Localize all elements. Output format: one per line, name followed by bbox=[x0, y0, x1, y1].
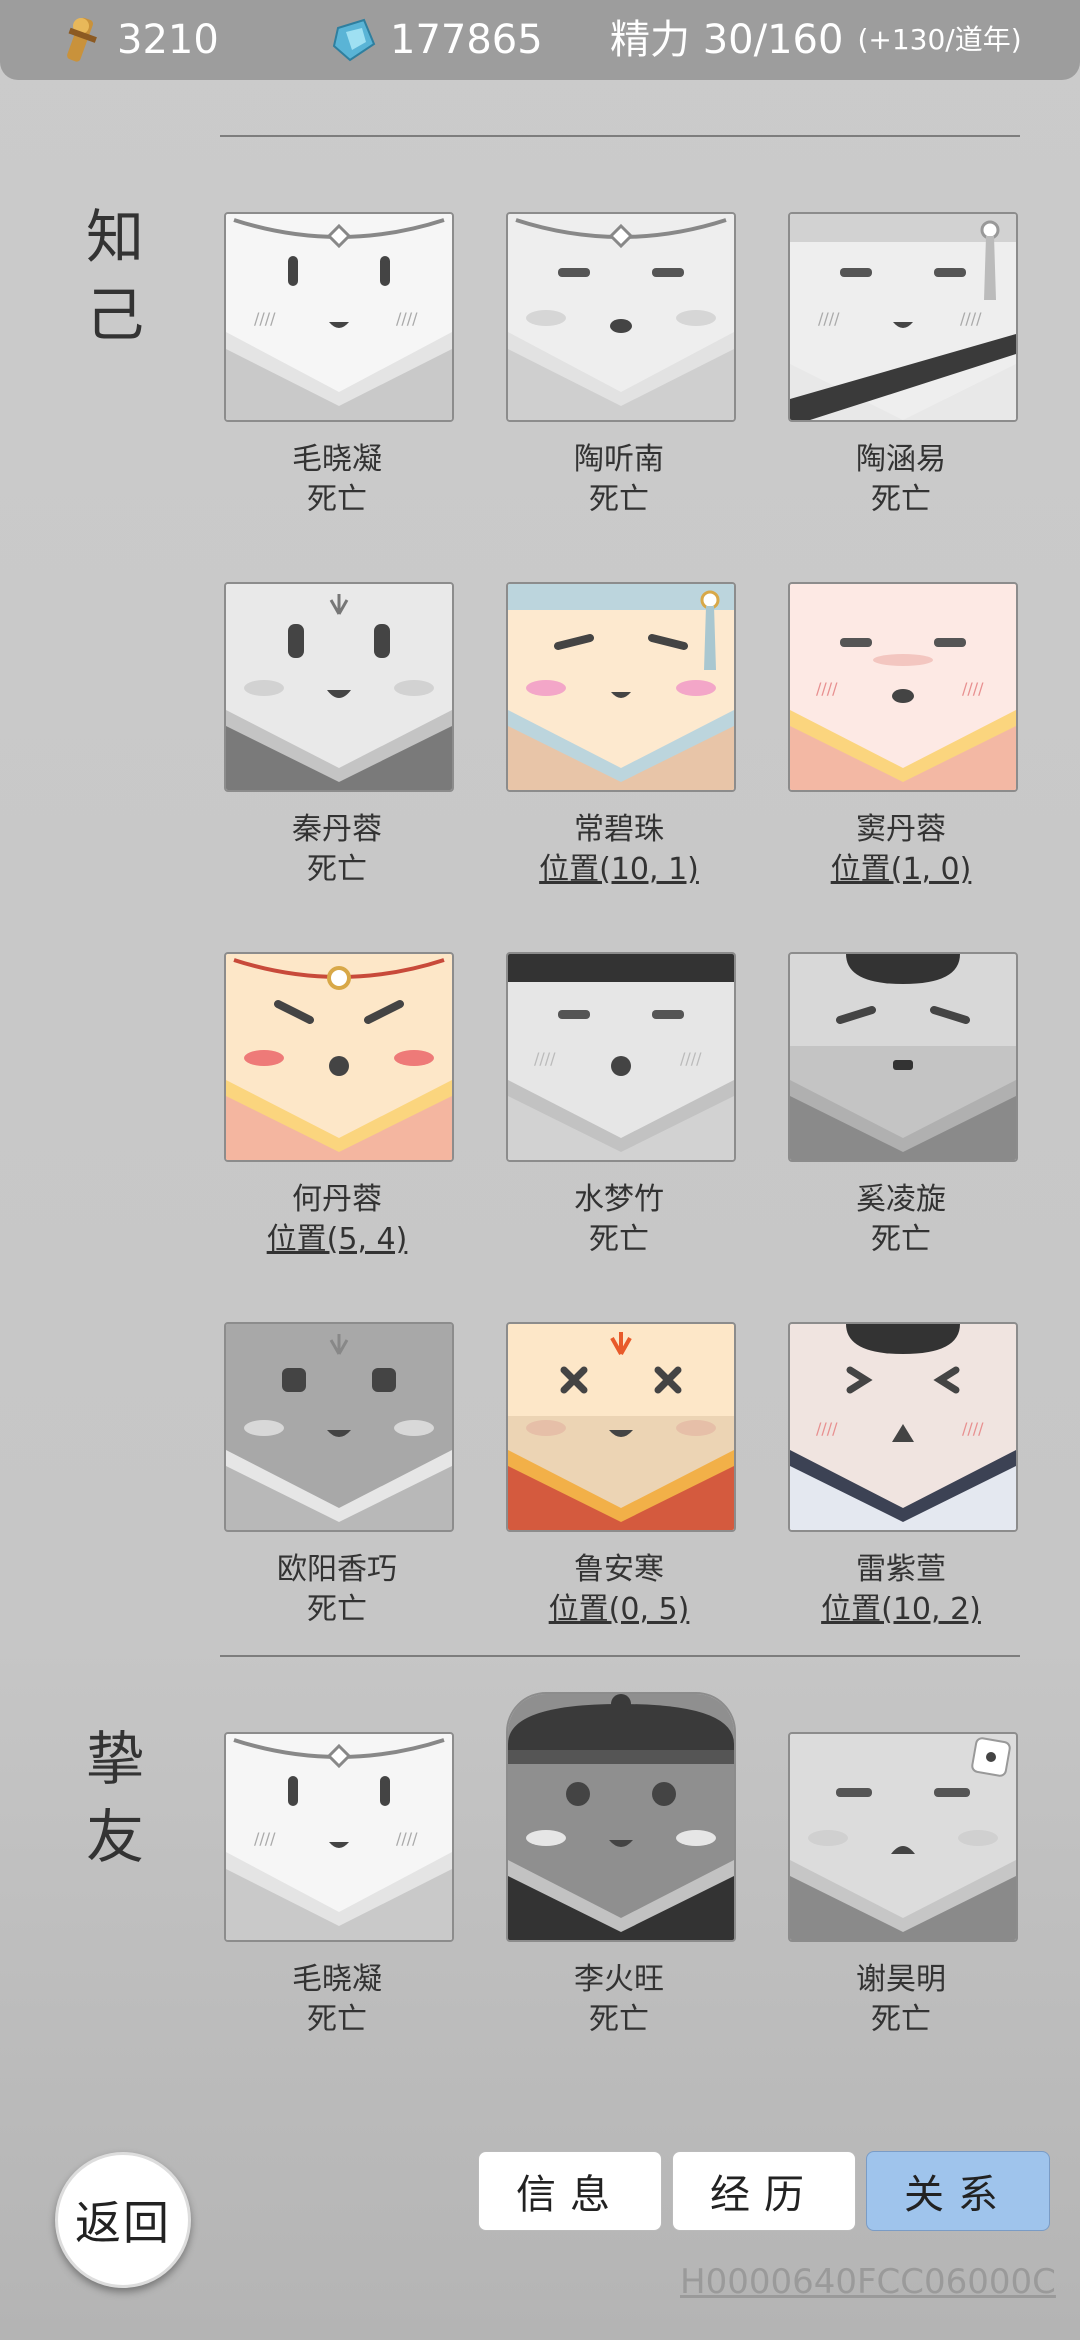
save-code[interactable]: H0000640FCC06000C bbox=[680, 2262, 1056, 2302]
character-portrait bbox=[788, 1732, 1018, 1942]
gem-count: 177865 bbox=[390, 17, 543, 63]
svg-text:////: //// bbox=[816, 1419, 838, 1438]
character-status: 死亡 bbox=[589, 2002, 649, 2037]
character-location-link[interactable]: 位置(0, 5) bbox=[504, 1584, 734, 1628]
svg-text:////: //// bbox=[960, 309, 982, 328]
gem-icon bbox=[328, 14, 380, 66]
svg-text:////: //// bbox=[396, 1829, 418, 1848]
back-button[interactable]: 返回 bbox=[55, 2152, 191, 2288]
character-location-link[interactable]: 位置(1, 0) bbox=[786, 844, 1016, 888]
character-name: 雷紫萱 bbox=[856, 1552, 946, 1587]
tab-info[interactable]: 信息 bbox=[478, 2151, 662, 2231]
section-divider-middle bbox=[220, 1655, 1020, 1657]
svg-text:////: //// bbox=[534, 1049, 556, 1068]
character-portrait: //// //// bbox=[506, 952, 736, 1162]
character-portrait bbox=[224, 582, 454, 792]
character-status: 死亡 bbox=[589, 1222, 649, 1257]
character-portrait: //// //// bbox=[788, 1322, 1018, 1532]
character-name: 秦丹蓉 bbox=[292, 812, 382, 847]
character-location-link[interactable]: 位置(10, 2) bbox=[786, 1584, 1016, 1628]
coin-count: 3210 bbox=[117, 17, 219, 63]
character-name: 水梦竹 bbox=[574, 1182, 664, 1217]
character-name: 毛晓凝 bbox=[292, 1962, 382, 1997]
character-name: 窦丹蓉 bbox=[856, 812, 946, 847]
character-portrait: //// //// bbox=[224, 1732, 454, 1942]
svg-text:////: //// bbox=[962, 679, 984, 698]
character-status: 死亡 bbox=[871, 2002, 931, 2037]
section-divider-top bbox=[220, 135, 1020, 137]
character-location-link[interactable]: 位置(10, 1) bbox=[504, 844, 734, 888]
section-title-friends: 挚友 bbox=[85, 1725, 144, 1871]
character-status: 死亡 bbox=[307, 852, 367, 887]
character-portrait: //// //// bbox=[224, 212, 454, 422]
character-name: 鲁安寒 bbox=[574, 1552, 664, 1587]
coin-stat: 3210 bbox=[55, 14, 219, 66]
energy-stat: 精力 30/160 (+130/道年) bbox=[610, 14, 1022, 66]
character-status: 死亡 bbox=[589, 482, 649, 517]
svg-text:////: //// bbox=[818, 309, 840, 328]
gem-stat: 177865 bbox=[328, 14, 543, 66]
character-location-link[interactable]: 位置(5, 4) bbox=[222, 1214, 452, 1258]
character-name: 陶涵易 bbox=[856, 442, 946, 477]
character-status: 死亡 bbox=[307, 1592, 367, 1627]
character-name: 何丹蓉 bbox=[292, 1182, 382, 1217]
character-portrait bbox=[506, 1322, 736, 1532]
character-portrait bbox=[506, 1692, 736, 1942]
character-portrait bbox=[506, 582, 736, 792]
svg-text:////: //// bbox=[680, 1049, 702, 1068]
character-portrait bbox=[506, 212, 736, 422]
character-name: 谢昊明 bbox=[856, 1962, 946, 1997]
tab-relations[interactable]: 关系 bbox=[866, 2151, 1050, 2231]
character-portrait bbox=[224, 952, 454, 1162]
energy-value: 精力 30/160 bbox=[610, 17, 844, 63]
character-name: 奚凌旋 bbox=[856, 1182, 946, 1217]
character-status: 死亡 bbox=[307, 482, 367, 517]
character-name: 陶听南 bbox=[574, 442, 664, 477]
svg-text:////: //// bbox=[254, 1829, 276, 1848]
tab-history[interactable]: 经历 bbox=[672, 2151, 856, 2231]
svg-text:////: //// bbox=[254, 309, 276, 328]
character-status: 死亡 bbox=[307, 2002, 367, 2037]
character-name: 李火旺 bbox=[574, 1962, 664, 1997]
coin-icon bbox=[55, 14, 107, 66]
svg-text:////: //// bbox=[396, 309, 418, 328]
character-name: 毛晓凝 bbox=[292, 442, 382, 477]
section-title-acquaintances: 知己 bbox=[85, 203, 144, 349]
character-portrait: //// //// bbox=[788, 582, 1018, 792]
resource-bar: 3210 177865 精力 30/160 (+130/道年) bbox=[0, 0, 1080, 80]
energy-regen-note: (+130/道年) bbox=[857, 23, 1022, 56]
svg-text:////: //// bbox=[816, 679, 838, 698]
character-portrait: //// //// bbox=[788, 212, 1018, 422]
character-status: 死亡 bbox=[871, 1222, 931, 1257]
character-name: 常碧珠 bbox=[574, 812, 664, 847]
character-portrait bbox=[224, 1322, 454, 1532]
svg-text:////: //// bbox=[962, 1419, 984, 1438]
character-name: 欧阳香巧 bbox=[277, 1552, 397, 1587]
character-portrait bbox=[788, 952, 1018, 1162]
character-status: 死亡 bbox=[871, 482, 931, 517]
